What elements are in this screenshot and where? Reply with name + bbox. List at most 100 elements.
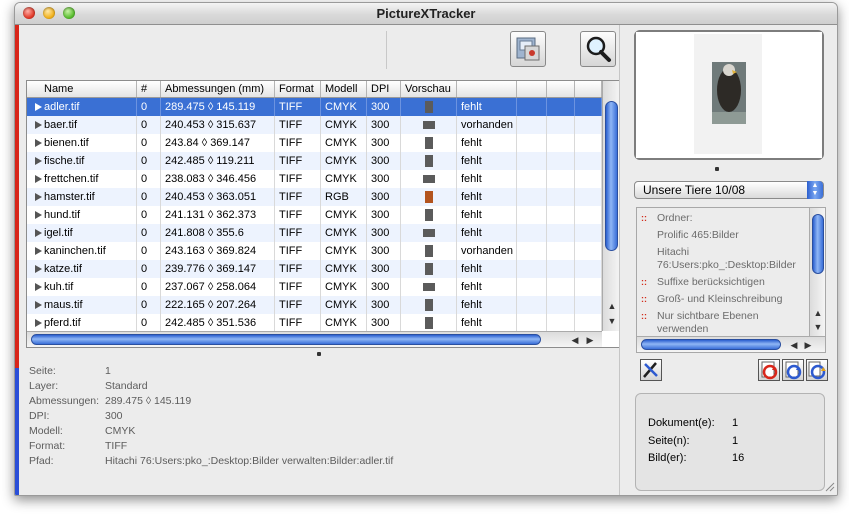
cell-dpi: 300 [367, 296, 401, 314]
file-name: fische.tif [44, 155, 85, 167]
title-bar[interactable]: PictureXTracker [15, 3, 837, 25]
table-row[interactable]: baer.tif 0 240.453 ◊ 315.637 TIFF CMYK 300 vor… [27, 116, 602, 134]
refresh-icon [785, 361, 802, 380]
column-preview[interactable]: Vorschau [401, 81, 457, 97]
file-name: pferd.tif [44, 317, 81, 329]
disclosure-triangle-icon[interactable] [35, 301, 42, 309]
scan-images-button[interactable] [510, 31, 546, 67]
option-case-sensitivity[interactable]: :: Groß- und Kleinschreibung [641, 293, 805, 306]
cell-model: RGB [321, 188, 367, 206]
table-row[interactable]: hund.tif 0 241.131 ◊ 362.373 TIFF CMYK 300 feh… [27, 206, 602, 224]
disclosure-triangle-icon[interactable] [35, 175, 42, 183]
cell-dimensions: 242.485 ◊ 351.536 [161, 314, 275, 332]
table-row[interactable]: bienen.tif 0 243.84 ◊ 369.147 TIFF CMYK 300 fe… [27, 134, 602, 152]
column-name[interactable]: Name [27, 81, 137, 97]
column-dimensions[interactable]: Abmessungen (mm) [161, 81, 275, 97]
disclosure-triangle-icon[interactable] [35, 211, 42, 219]
search-button[interactable] [580, 31, 616, 67]
cell-extra [517, 206, 547, 224]
options-horizontal-scrollbar[interactable]: ◀ ▶ [637, 336, 825, 352]
table-row[interactable]: igel.tif 0 241.808 ◊ 355.6 TIFF CMYK 300 fehlt [27, 224, 602, 242]
cell-model: CMYK [321, 260, 367, 278]
options-vertical-scrollbar[interactable]: ▲ ▼ [809, 208, 825, 336]
cell-status: fehlt [457, 170, 517, 188]
collection-select[interactable]: Unsere Tiere 10/08 ▲ ▼ [634, 181, 824, 199]
cell-extra [517, 296, 547, 314]
cell-model: CMYK [321, 224, 367, 242]
cell-extra [517, 260, 547, 278]
update-button[interactable] [782, 359, 804, 381]
cell-extra [547, 116, 575, 134]
disclosure-triangle-icon[interactable] [35, 229, 42, 237]
preview-split-handle[interactable] [715, 167, 719, 171]
file-name: adler.tif [44, 101, 80, 113]
disclosure-triangle-icon[interactable] [35, 283, 42, 291]
column-status[interactable] [457, 81, 517, 97]
table-row[interactable]: fische.tif 0 242.485 ◊ 119.211 TIFF CMYK 300 f… [27, 152, 602, 170]
disclosure-triangle-icon[interactable] [35, 103, 42, 111]
thumbnail-icon [422, 229, 435, 238]
table-row[interactable]: katze.tif 0 239.776 ◊ 369.147 TIFF CMYK 300 fe… [27, 260, 602, 278]
options-scroll-right-arrow[interactable]: ▶ [801, 338, 815, 352]
table-row[interactable]: kaninchen.tif 0 243.163 ◊ 369.824 TIFF CMYK 3… [27, 242, 602, 260]
cell-extra [575, 170, 602, 188]
scroll-left-arrow[interactable]: ◀ [568, 333, 582, 347]
cell-preview [401, 296, 457, 314]
table-row[interactable]: maus.tif 0 222.165 ◊ 207.264 TIFF CMYK 300 feh… [27, 296, 602, 314]
refresh-remove-icon [761, 361, 778, 380]
scroll-up-arrow[interactable]: ▲ [605, 299, 619, 313]
option-visible-layers[interactable]: :: Nur sichtbare Ebenen verwenden [641, 310, 805, 336]
cell-preview [401, 206, 457, 224]
options-horizontal-scroll-thumb[interactable] [641, 339, 781, 350]
table-row[interactable]: hamster.tif 0 240.453 ◊ 363.051 TIFF RGB 300 f… [27, 188, 602, 206]
edit-tool-button[interactable] [640, 359, 662, 381]
cell-extra [517, 314, 547, 332]
table-row[interactable]: kuh.tif 0 237.067 ◊ 258.064 TIFF CMYK 300 fehl… [27, 278, 602, 296]
left-pane: Name # Abmessungen (mm) Format Modell DP… [19, 25, 621, 495]
cell-dimensions: 243.84 ◊ 369.147 [161, 134, 275, 152]
split-handle[interactable] [317, 352, 321, 356]
options-scroll-up-arrow[interactable]: ▲ [811, 306, 825, 320]
option-suffix[interactable]: :: Suffixe berücksichtigen [641, 276, 805, 289]
image-table: Name # Abmessungen (mm) Format Modell DP… [26, 80, 621, 348]
table-horizontal-scrollbar[interactable]: ◀ ▶ [27, 331, 602, 347]
column-extra-2[interactable] [547, 81, 575, 97]
resize-grip-icon[interactable] [825, 482, 835, 492]
remove-button[interactable] [758, 359, 780, 381]
scroll-right-arrow[interactable]: ▶ [583, 333, 597, 347]
cell-model: CMYK [321, 242, 367, 260]
cell-extra [547, 224, 575, 242]
table-row[interactable]: frettchen.tif 0 238.083 ◊ 346.456 TIFF CMYK 3… [27, 170, 602, 188]
thumbnail-icon [424, 137, 433, 150]
update-all-button[interactable] [806, 359, 828, 381]
column-format[interactable]: Format [275, 81, 321, 97]
cell-extra [547, 188, 575, 206]
column-dpi[interactable]: DPI [367, 81, 401, 97]
disclosure-triangle-icon[interactable] [35, 265, 42, 273]
disclosure-triangle-icon[interactable] [35, 121, 42, 129]
disclosure-triangle-icon[interactable] [35, 319, 42, 327]
options-vertical-scroll-thumb[interactable] [812, 214, 824, 274]
options-scroll-down-arrow[interactable]: ▼ [811, 320, 825, 334]
cell-extra [547, 152, 575, 170]
scroll-down-arrow[interactable]: ▼ [605, 314, 619, 328]
cell-name: fische.tif [27, 152, 137, 170]
cell-preview [401, 98, 457, 116]
cell-status: fehlt [457, 314, 517, 332]
table-row[interactable]: adler.tif 0 289.475 ◊ 145.119 TIFF CMYK 300 fe… [27, 98, 602, 116]
cell-count: 0 [137, 206, 161, 224]
table-horizontal-scroll-thumb[interactable] [31, 334, 541, 345]
option-folders[interactable]: :: Ordner: [641, 212, 805, 225]
column-model[interactable]: Modell [321, 81, 367, 97]
column-count[interactable]: # [137, 81, 161, 97]
column-extra-1[interactable] [517, 81, 547, 97]
cell-extra [575, 314, 602, 332]
disclosure-triangle-icon[interactable] [35, 193, 42, 201]
table-vertical-scroll-thumb[interactable] [605, 101, 618, 251]
disclosure-triangle-icon[interactable] [35, 247, 42, 255]
disclosure-triangle-icon[interactable] [35, 139, 42, 147]
options-scroll-left-arrow[interactable]: ◀ [787, 338, 801, 352]
disclosure-triangle-icon[interactable] [35, 157, 42, 165]
column-extra-3[interactable] [575, 81, 602, 97]
table-row[interactable]: pferd.tif 0 242.485 ◊ 351.536 TIFF CMYK 300 fe… [27, 314, 602, 332]
